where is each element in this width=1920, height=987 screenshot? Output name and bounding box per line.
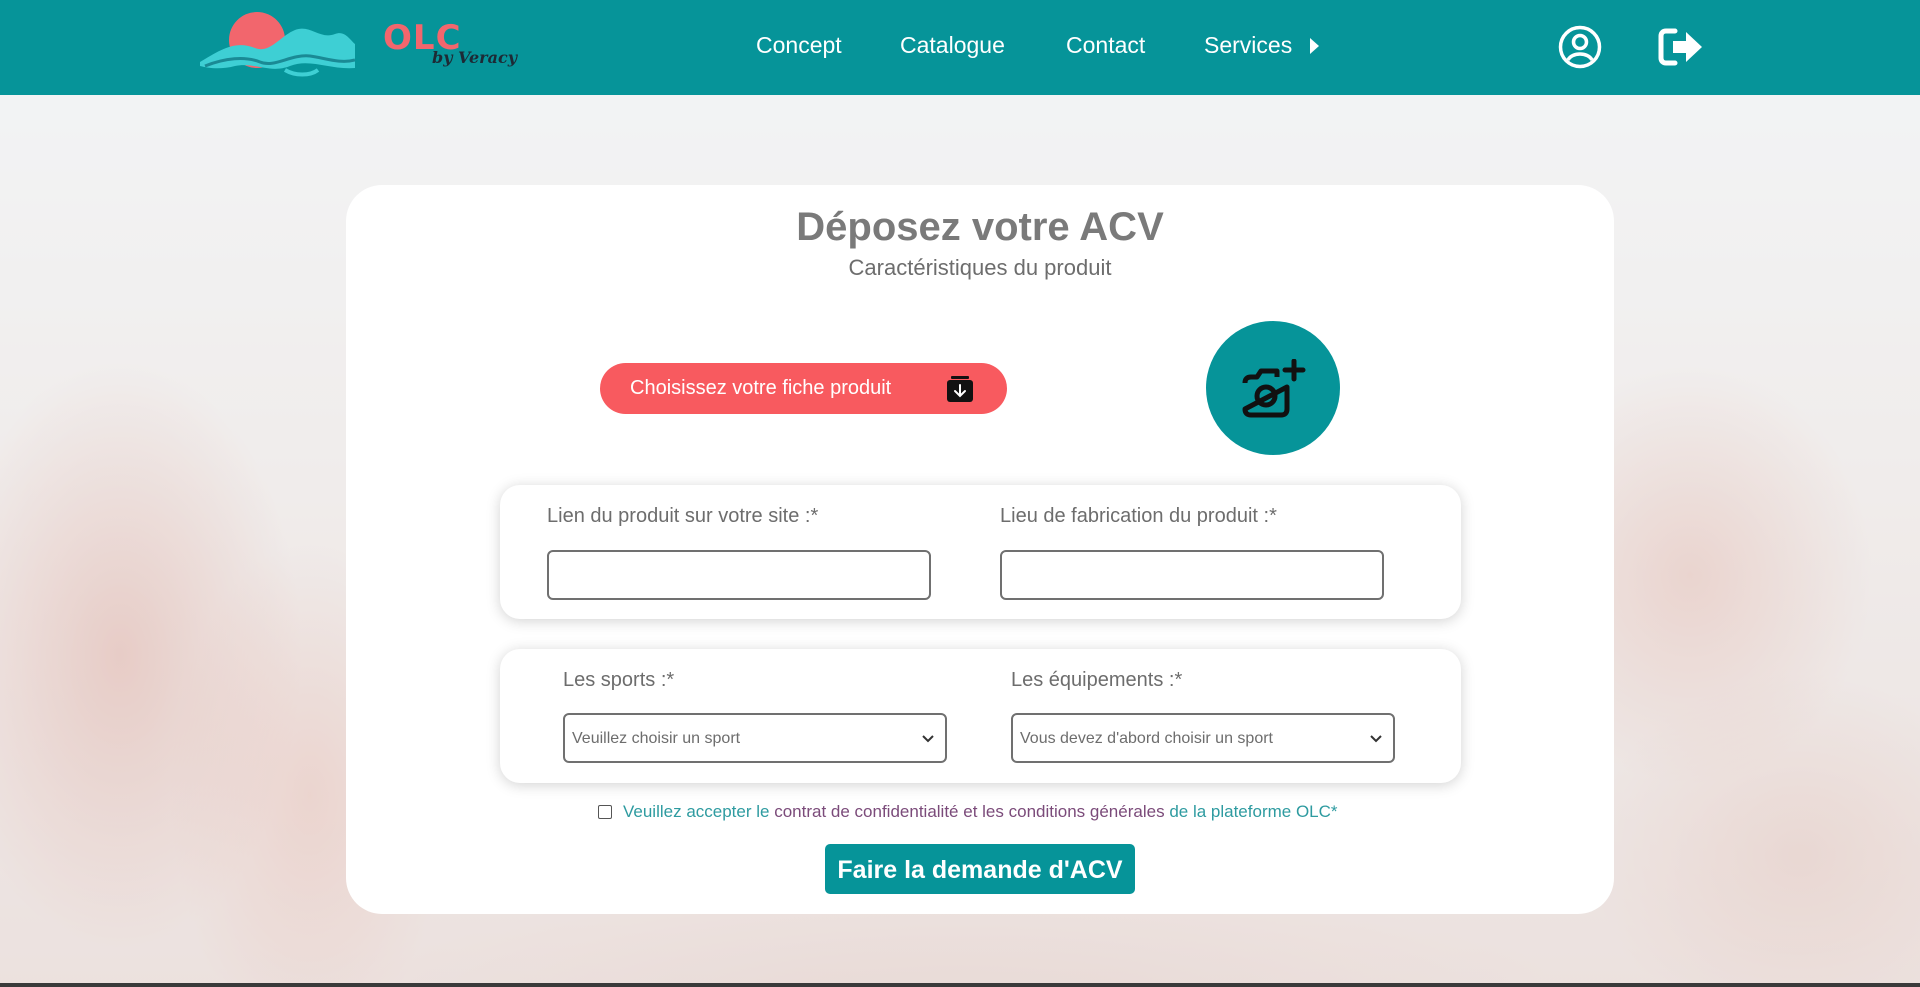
bottom-edge-line [0,983,1920,987]
confidentiality-contract-link[interactable]: contrat de confidentialité [774,802,958,821]
page-subtitle: Caractéristiques du produit [848,255,1112,280]
logo-mountain-icon [200,12,355,77]
choose-product-sheet-label: Choisissez votre fiche produit [630,377,892,399]
logo-tagline: by Veracy [432,48,518,67]
consent-row: Veuillez accepter le contrat de confiden… [598,802,1398,826]
brand-logo[interactable]: OLC by Veracy [200,10,520,80]
logout-icon[interactable] [1658,27,1704,67]
nav-services[interactable]: Services [1204,32,1292,59]
caret-right-icon[interactable] [1310,38,1319,54]
sports-label: Les sports :* [563,669,675,691]
chevron-down-icon [922,735,934,743]
consent-suffix: de la plateforme OLC* [1169,802,1338,821]
sports-select-value: Veuillez choisir un sport [572,730,741,747]
submit-acv-request-button[interactable]: Faire la demande d'ACV [825,844,1135,894]
page-title: Déposez votre ACV [796,205,1164,249]
manufacture-place-label: Lieu de fabrication du produit :* [1000,505,1277,527]
general-conditions-link[interactable]: conditions générales [1009,802,1165,821]
manufacture-place-input[interactable] [1000,550,1384,600]
consent-prefix: Veuillez accepter le [623,802,770,821]
add-photo-button[interactable] [1206,321,1340,455]
equipment-label: Les équipements :* [1011,669,1183,691]
top-navbar: OLC by Veracy Concept Catalogue Contact … [0,0,1920,95]
chevron-down-icon [1370,735,1382,743]
consent-text: Veuillez accepter le contrat de confiden… [623,802,1338,822]
nav-contact[interactable]: Contact [1066,32,1145,59]
sports-select[interactable]: Veuillez choisir un sport [563,713,947,763]
camera-add-icon [1242,359,1306,418]
equipment-select-value: Vous devez d'abord choisir un sport [1020,730,1273,747]
consent-checkbox[interactable] [598,805,612,819]
download-box-icon [947,376,973,402]
product-link-label: Lien du produit sur votre site :* [547,505,819,527]
acv-form-card: Déposez votre ACV Caractéristiques du pr… [346,185,1614,914]
sports-equipment-panel: Les sports :* Veuillez choisir un sport … [500,649,1461,783]
product-info-panel: Lien du produit sur votre site :* Lieu d… [500,485,1461,619]
submit-button-label: Faire la demande d'ACV [837,856,1123,884]
equipment-select[interactable]: Vous devez d'abord choisir un sport [1011,713,1395,763]
choose-product-sheet-button[interactable]: Choisissez votre fiche produit [600,363,1007,414]
nav-concept[interactable]: Concept [756,32,842,59]
product-link-input[interactable] [547,550,931,600]
user-circle-icon[interactable] [1558,25,1602,69]
consent-middle: et les [963,802,1004,821]
nav-catalogue[interactable]: Catalogue [900,32,1005,59]
